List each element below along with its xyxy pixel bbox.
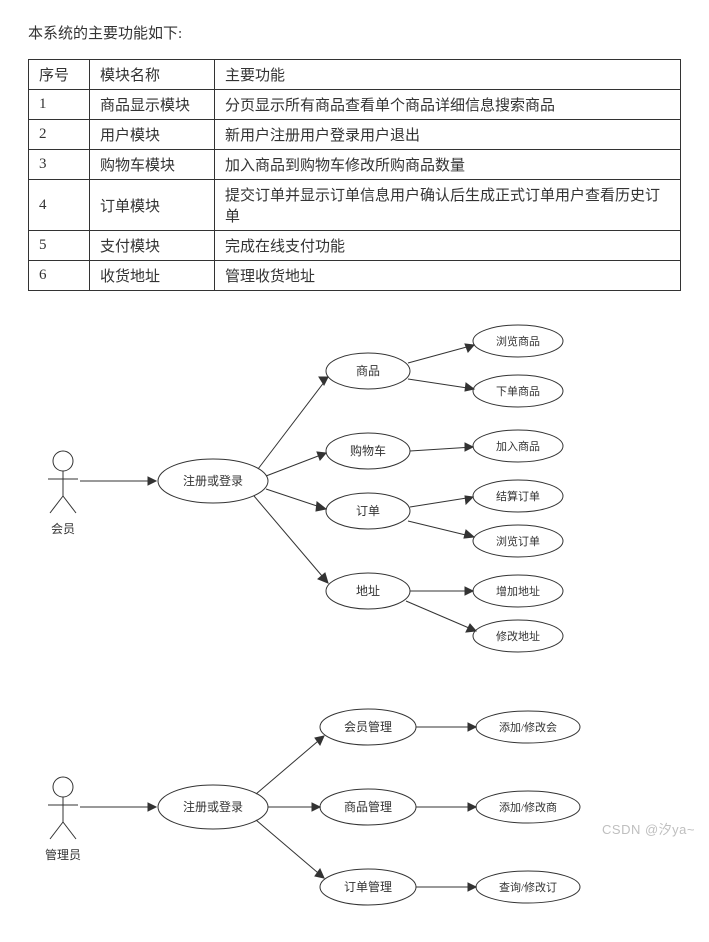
root-node: 注册或登录	[183, 473, 243, 488]
use-case-diagram-1: 会员 注册或登录 商品 购物车 订单 地址 浏览商品 下单商品 加入商品 结算订…	[28, 311, 688, 656]
th-func: 主要功能	[215, 60, 681, 90]
table-row: 2用户模块新用户注册用户登录用户退出	[29, 120, 681, 150]
leaf-node: 查询/修改订	[499, 880, 557, 894]
group-node: 地址	[356, 584, 380, 598]
leaf-node: 添加/修改会	[499, 720, 557, 734]
leaf-node: 添加/修改商	[499, 800, 557, 814]
th-num: 序号	[29, 60, 90, 90]
group-node: 会员管理	[344, 719, 392, 734]
root-node: 注册或登录	[183, 799, 243, 814]
leaf-node: 下单商品	[496, 384, 540, 398]
group-node: 商品	[356, 363, 380, 378]
leaf-node: 结算订单	[496, 489, 540, 503]
actor-label: 会员	[51, 522, 75, 536]
group-node: 订单	[356, 504, 380, 518]
module-table: 序号 模块名称 主要功能 1商品显示模块分页显示所有商品查看单个商品详细信息搜索…	[28, 59, 681, 291]
leaf-node: 增加地址	[496, 584, 540, 598]
actor-label: 管理员	[45, 847, 81, 862]
table-row: 4订单模块提交订单并显示订单信息用户确认后生成正式订单用户查看历史订单	[29, 180, 681, 231]
leaf-node: 修改地址	[496, 629, 540, 643]
leaf-node: 浏览订单	[496, 534, 540, 548]
table-row: 6收货地址管理收货地址	[29, 261, 681, 291]
group-node: 订单管理	[344, 879, 392, 894]
leaf-node: 浏览商品	[496, 334, 540, 348]
watermark: CSDN @汐ya~	[602, 819, 695, 838]
table-row: 3购物车模块加入商品到购物车修改所购商品数量	[29, 150, 681, 180]
table-row: 序号 模块名称 主要功能	[29, 60, 681, 90]
use-case-diagram-2: 管理员 注册或登录 会员管理 商品管理 订单管理 添加/修改会 添加/修改商 查…	[28, 692, 688, 922]
table-row: 1商品显示模块分页显示所有商品查看单个商品详细信息搜索商品	[29, 90, 681, 120]
group-node: 购物车	[350, 443, 386, 458]
th-mod: 模块名称	[90, 60, 215, 90]
intro-text: 本系统的主要功能如下:	[28, 22, 681, 43]
group-node: 商品管理	[344, 799, 392, 814]
leaf-node: 加入商品	[496, 439, 540, 453]
table-row: 5支付模块完成在线支付功能	[29, 231, 681, 261]
